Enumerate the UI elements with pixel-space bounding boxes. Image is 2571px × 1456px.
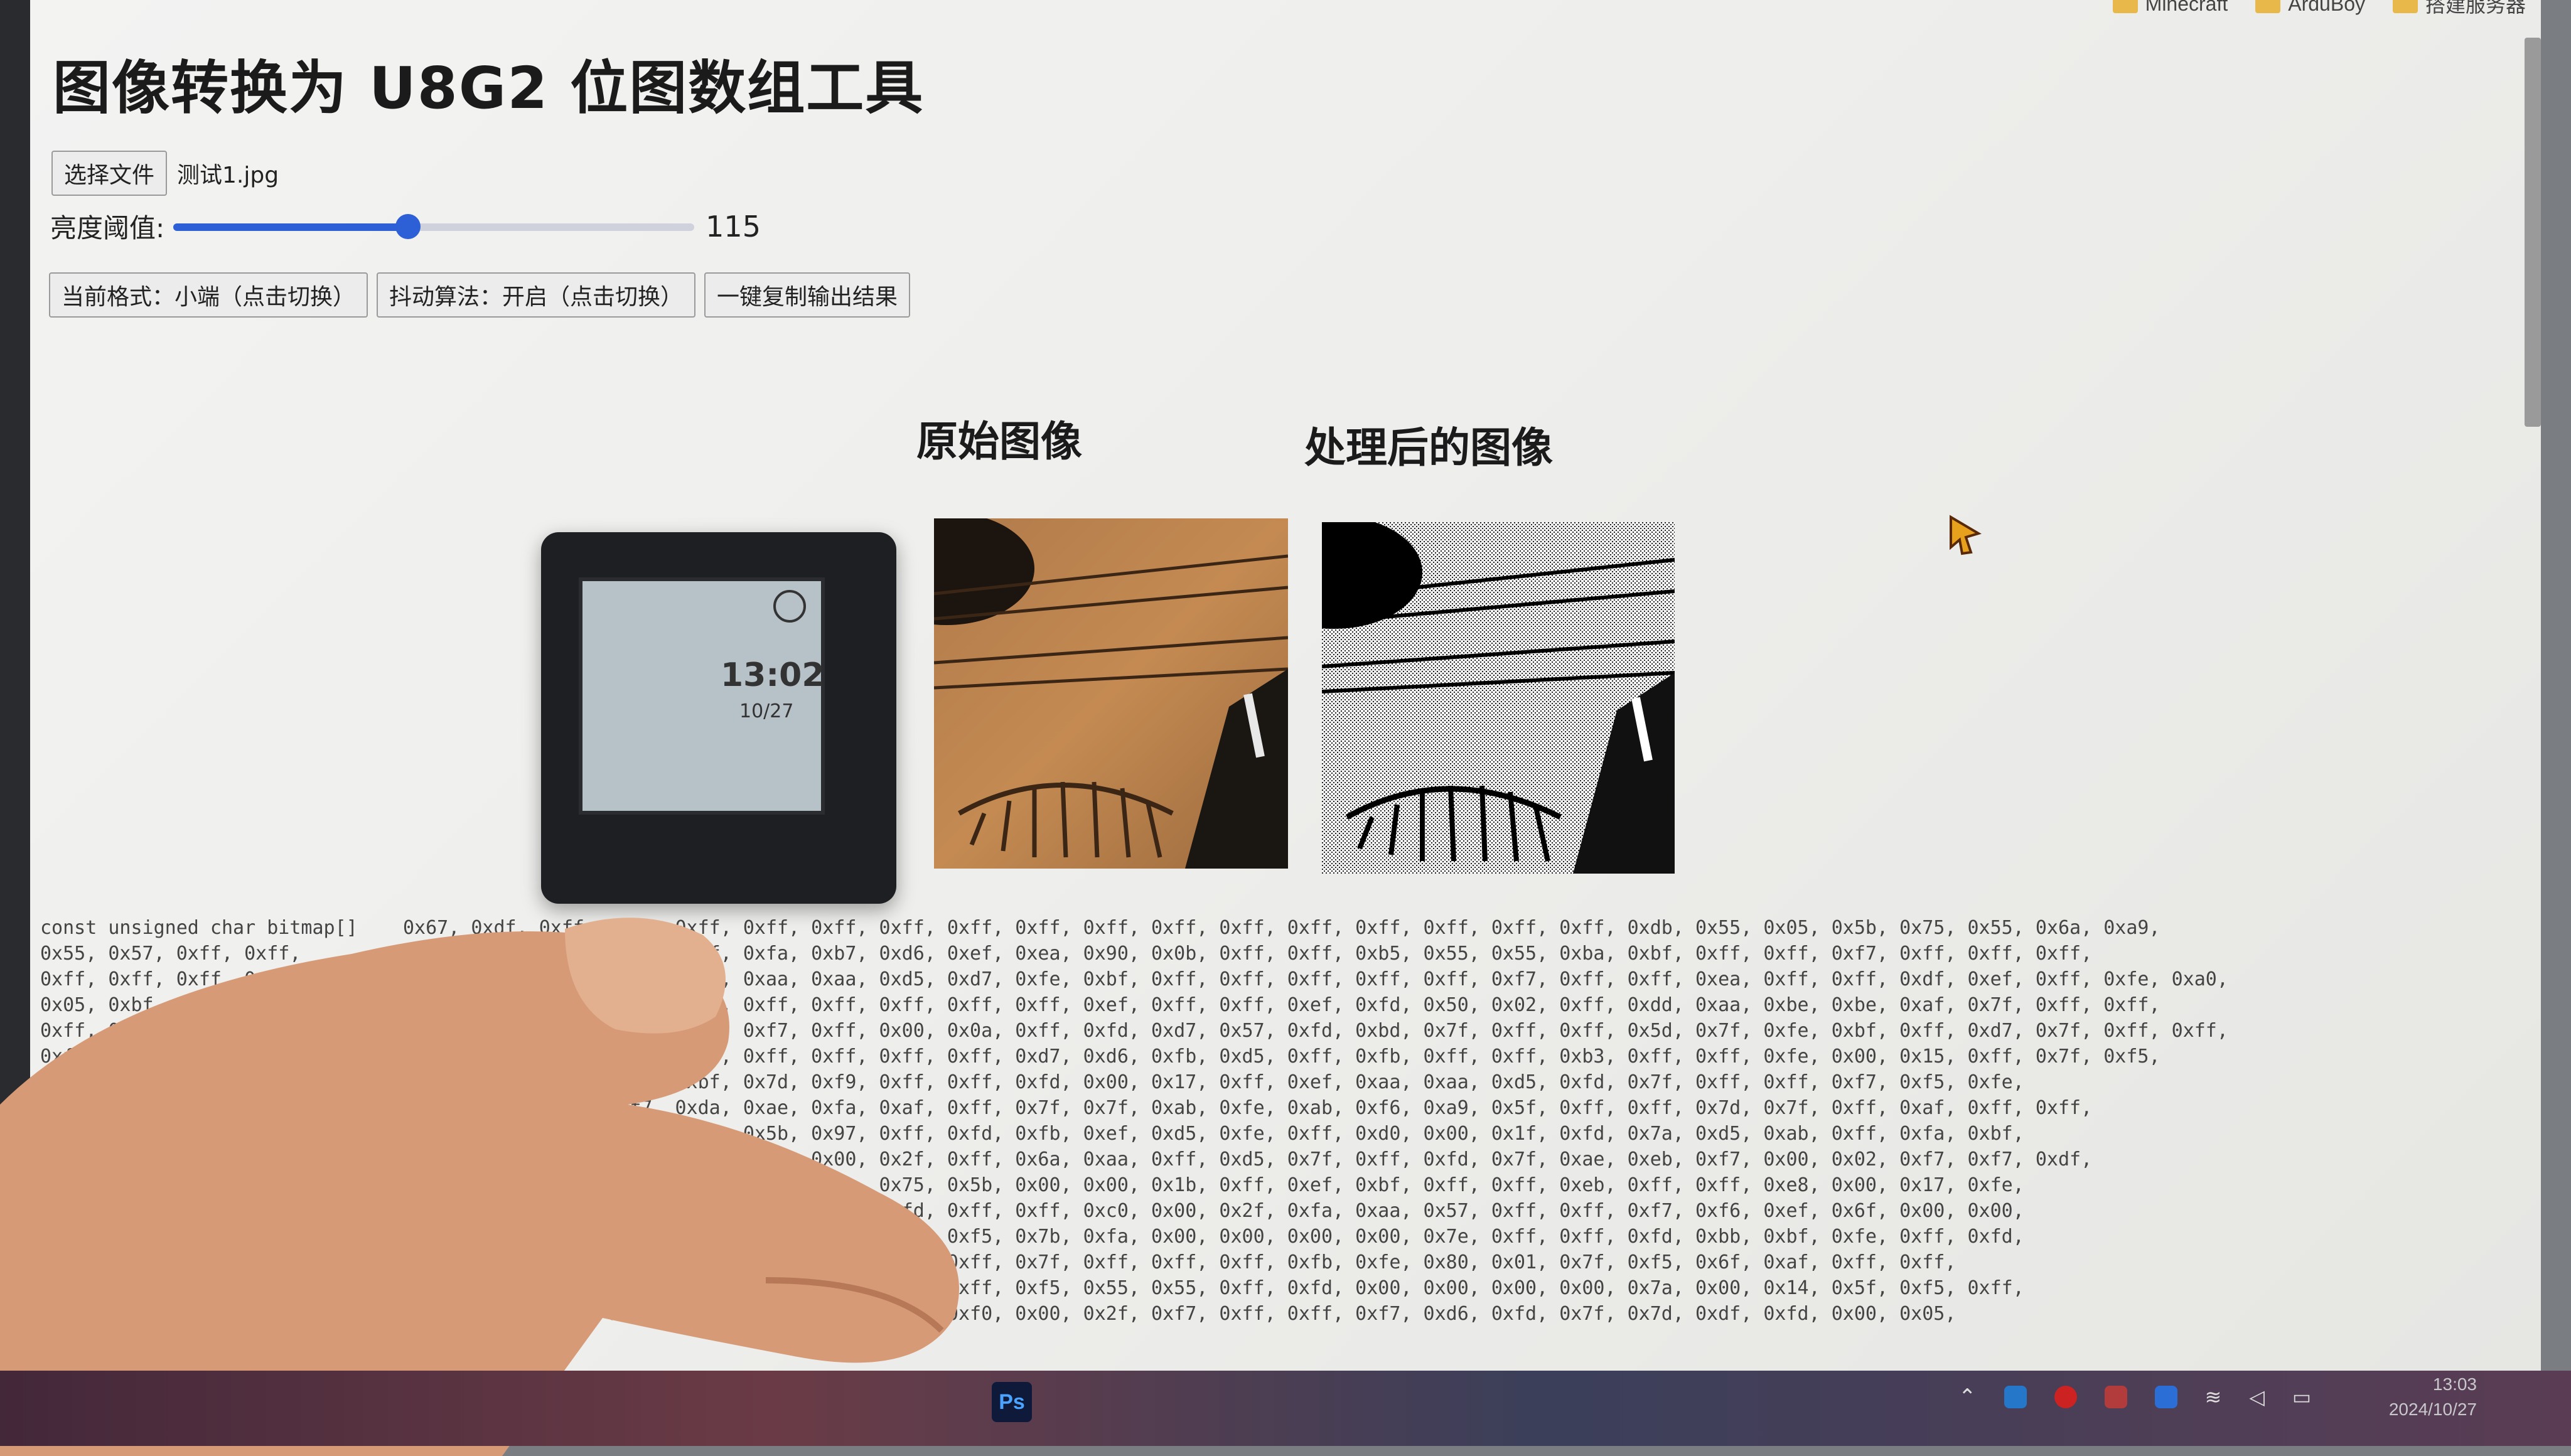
clock-date: 2024/10/27 <box>2388 1400 2477 1419</box>
photoshop-app-icon[interactable]: Ps <box>992 1382 1032 1422</box>
bookmark-minecraft[interactable]: Minecraft <box>2112 0 2228 16</box>
original-image <box>934 518 1288 869</box>
volume-icon[interactable]: ◁ <box>2249 1385 2265 1409</box>
mouse-cursor-icon <box>1950 515 1982 555</box>
folder-icon <box>2392 0 2418 13</box>
threshold-label: 亮度阈值: <box>50 213 165 244</box>
threshold-value: 115 <box>706 209 761 244</box>
toggle-format-button[interactable]: 当前格式：小端（点击切换） <box>49 272 368 318</box>
copy-output-button[interactable]: 一键复制输出结果 <box>704 272 911 318</box>
qq-icon[interactable] <box>2054 1386 2077 1408</box>
battery-icon[interactable]: ▭ <box>2292 1385 2311 1409</box>
app-q-icon[interactable] <box>2154 1386 2177 1408</box>
bookmarks-bar: Minecraft ArduBoy 搭建服务器 <box>2112 0 2526 19</box>
hand <box>0 918 959 1456</box>
folder-icon <box>2112 0 2138 13</box>
vscode-icon[interactable] <box>2004 1386 2027 1408</box>
page-scrollbar[interactable] <box>2525 38 2541 427</box>
device-time: 13:02 <box>721 656 825 694</box>
original-image-title: 原始图像 <box>916 417 1082 466</box>
threshold-row: 亮度阈值: 115 <box>50 207 761 245</box>
processed-image-title: 处理后的图像 <box>1304 424 1553 472</box>
system-tray: ⌃ ≋ ◁ ▭ <box>1958 1384 2311 1410</box>
device-date: 10/27 <box>739 700 794 722</box>
chevron-up-icon[interactable]: ⌃ <box>1958 1384 1977 1410</box>
bookmark-arduboy[interactable]: ArduBoy <box>2255 0 2365 16</box>
slider-fill <box>173 223 408 231</box>
slider-thumb[interactable] <box>395 213 421 239</box>
system-clock[interactable]: 13:03 2024/10/27 <box>2389 1372 2477 1422</box>
wifi-icon[interactable]: ≋ <box>2205 1385 2222 1409</box>
bookmark-server[interactable]: 搭建服务器 <box>2392 0 2526 18</box>
toggle-dither-button[interactable]: 抖动算法：开启（点击切换） <box>377 272 696 318</box>
clock-icon <box>773 590 806 623</box>
clock-time: 13:03 <box>2432 1374 2477 1394</box>
threshold-slider[interactable] <box>173 213 695 239</box>
device-display: 13:02 10/27 <box>579 577 825 815</box>
bookmark-label: 搭建服务器 <box>2425 0 2526 16</box>
choose-file-button[interactable]: 选择文件 <box>51 151 168 196</box>
selected-file-name: 测试1.jpg <box>177 163 279 188</box>
page-title: 图像转换为 U8G2 位图数组工具 <box>53 55 925 122</box>
ime-icon[interactable] <box>2104 1386 2127 1408</box>
bookmark-label: Minecraft <box>2145 0 2228 15</box>
option-buttons: 当前格式：小端（点击切换） 抖动算法：开启（点击切换） 一键复制输出结果 <box>49 272 911 318</box>
file-picker-row: 选择文件 测试1.jpg <box>51 151 279 196</box>
processed-image <box>1322 522 1675 874</box>
folder-icon <box>2255 0 2281 13</box>
bookmark-label: ArduBoy <box>2288 0 2365 15</box>
